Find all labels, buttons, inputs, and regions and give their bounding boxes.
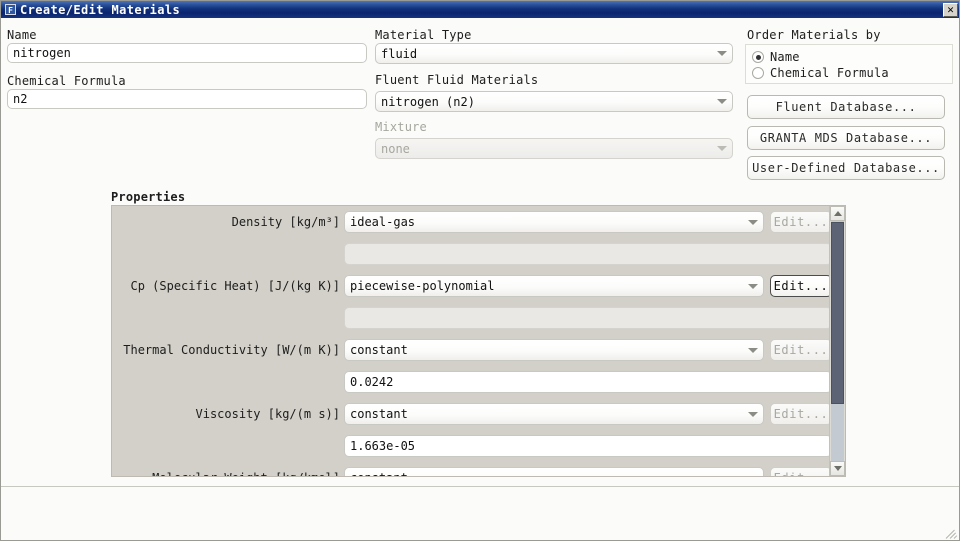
property-edit-button[interactable]: Edit... [770, 275, 830, 297]
property-row: Cp (Specific Heat) [J/(kg K)] piecewise-p… [112, 270, 830, 302]
chevron-down-icon [717, 146, 727, 151]
property-label: Thermal Conductivity [W/(m K)] [112, 343, 344, 357]
property-value-input[interactable]: 0.0242 [344, 371, 830, 393]
material-type-value: fluid [381, 47, 713, 61]
property-row: Density [kg/m³] ideal-gas Edit... [112, 206, 830, 238]
fluent-database-button[interactable]: Fluent Database... [747, 95, 945, 119]
property-method-dropdown[interactable]: constant [344, 467, 764, 477]
material-type-dropdown[interactable]: fluid [375, 43, 733, 64]
create-edit-materials-dialog: F Create/Edit Materials ✕ Name nitrogen … [0, 0, 960, 541]
chevron-down-icon [748, 476, 758, 478]
chevron-down-icon [717, 99, 727, 104]
radio-icon-chemical-formula [752, 67, 764, 79]
fluent-app-icon: F [5, 4, 16, 15]
name-label: Name [7, 28, 37, 42]
mixture-value: none [381, 142, 713, 156]
property-method-value: constant [350, 471, 744, 477]
chevron-down-icon [748, 412, 758, 417]
property-edit-button: Edit... [770, 403, 830, 425]
material-type-label: Material Type [375, 28, 472, 42]
property-method-dropdown[interactable]: piecewise-polynomial [344, 275, 764, 297]
resize-grip-icon[interactable] [946, 526, 959, 539]
property-method-value: constant [350, 407, 744, 421]
property-method-dropdown[interactable]: constant [344, 339, 764, 361]
chevron-down-icon [748, 220, 758, 225]
property-edit-button: Edit... [770, 339, 830, 361]
chevron-down-icon [834, 466, 842, 471]
footer-bar: Change/Create Delete Close Help 南流坊 [1, 487, 960, 541]
property-value-row: 1.663e-05 [112, 430, 830, 462]
properties-scrollbar[interactable] [829, 206, 845, 476]
property-value-input [344, 243, 830, 265]
order-materials-by-group: Name Chemical Formula [745, 44, 953, 84]
property-label: Viscosity [kg/(m s)] [112, 407, 344, 421]
radio-order-by-chemical-formula[interactable]: Chemical Formula [752, 65, 946, 81]
property-value-input [344, 307, 830, 329]
user-defined-database-button[interactable]: User-Defined Database... [747, 156, 945, 180]
scroll-up-button[interactable] [830, 206, 845, 221]
scroll-down-button[interactable] [830, 461, 845, 476]
order-materials-by-label: Order Materials by [747, 28, 881, 42]
properties-panel: Density [kg/m³]ideal-gasEdit...Cp (Speci… [111, 205, 846, 477]
property-row: Viscosity [kg/(m s)] constant Edit... [112, 398, 830, 430]
property-method-value: ideal-gas [350, 215, 744, 229]
property-edit-button: Edit... [770, 211, 830, 233]
fluent-fluid-materials-value: nitrogen (n2) [381, 95, 713, 109]
window-title: Create/Edit Materials [20, 3, 180, 17]
property-label: Cp (Specific Heat) [J/(kg K)] [112, 279, 344, 293]
radio-icon-name [752, 51, 764, 63]
property-row: Molecular Weight [kg/kmol] constant Edit..… [112, 462, 830, 477]
properties-section-label: Properties [111, 190, 185, 204]
chemical-formula-label: Chemical Formula [7, 74, 126, 88]
chevron-down-icon [748, 284, 758, 289]
chevron-down-icon [717, 51, 727, 56]
property-method-dropdown[interactable]: ideal-gas [344, 211, 764, 233]
titlebar: F Create/Edit Materials ✕ [1, 1, 960, 18]
property-value-row: 0.0242 [112, 366, 830, 398]
chevron-up-icon [834, 211, 842, 216]
fluent-fluid-materials-dropdown[interactable]: nitrogen (n2) [375, 91, 733, 112]
radio-order-by-name[interactable]: Name [752, 49, 946, 65]
property-value-row [112, 302, 830, 334]
property-value-input[interactable]: 1.663e-05 [344, 435, 830, 457]
chemical-formula-input[interactable]: n2 [7, 89, 367, 109]
property-label: Density [kg/m³] [112, 215, 344, 229]
property-edit-button: Edit... [770, 467, 830, 477]
close-icon[interactable]: ✕ [943, 3, 958, 17]
granta-mds-database-button[interactable]: GRANTA MDS Database... [747, 126, 945, 150]
mixture-dropdown: none [375, 138, 733, 159]
property-value-row [112, 238, 830, 270]
property-method-dropdown[interactable]: constant [344, 403, 764, 425]
fluent-fluid-materials-label: Fluent Fluid Materials [375, 73, 538, 87]
property-row: Thermal Conductivity [W/(m K)] constant Ed… [112, 334, 830, 366]
properties-scroll-area: Density [kg/m³]ideal-gasEdit...Cp (Speci… [112, 206, 830, 477]
mixture-label: Mixture [375, 120, 427, 134]
scrollbar-thumb[interactable] [831, 222, 844, 404]
name-input[interactable]: nitrogen [7, 43, 367, 63]
property-label: Molecular Weight [kg/kmol] [112, 471, 344, 477]
chevron-down-icon [748, 348, 758, 353]
radio-label-name: Name [770, 50, 800, 64]
property-method-value: constant [350, 343, 744, 357]
radio-label-chemical-formula: Chemical Formula [770, 66, 889, 80]
property-method-value: piecewise-polynomial [350, 279, 744, 293]
